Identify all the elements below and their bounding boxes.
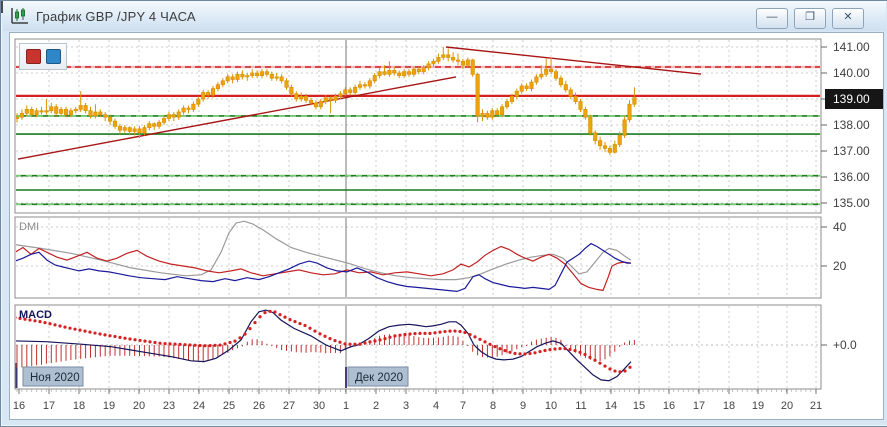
svg-text:21: 21 [810,400,822,412]
svg-text:18: 18 [73,400,85,412]
svg-text:16: 16 [663,400,675,412]
chart-window: График GBP /JPY 4 ЧАСА — ❐ ✕ DMIMACD141.… [0,0,887,427]
svg-text:23: 23 [163,400,175,412]
svg-text:16: 16 [13,400,25,412]
svg-text:4: 4 [433,400,439,412]
svg-text:17: 17 [693,400,705,412]
svg-text:138.00: 138.00 [833,118,870,132]
svg-text:20: 20 [781,400,793,412]
svg-text:27: 27 [283,400,295,412]
svg-text:19: 19 [752,400,764,412]
svg-text:8: 8 [490,400,496,412]
svg-text:20: 20 [833,259,847,273]
svg-text:9: 9 [520,400,526,412]
chart-toolbar [19,43,67,70]
svg-text:19: 19 [103,400,115,412]
svg-text:17: 17 [43,400,55,412]
svg-text:25: 25 [223,400,235,412]
svg-text:7: 7 [460,400,466,412]
svg-text:137.00: 137.00 [833,144,870,158]
price-axis: 141.00 140.00 139.00 138.00 137.00 136.00 135.… [821,40,883,352]
svg-text:20: 20 [133,400,145,412]
svg-text:10: 10 [545,400,557,412]
svg-text:11: 11 [575,400,586,412]
svg-text:+0.0: +0.0 [833,338,857,352]
svg-text:24: 24 [193,400,205,412]
blue-marker-button[interactable] [46,49,61,64]
svg-text:Дек 2020: Дек 2020 [355,372,403,384]
macd-label: MACD [19,309,52,321]
red-marker-button[interactable] [26,49,41,64]
panel-frames [15,39,821,389]
svg-text:15: 15 [633,400,645,412]
svg-text:140.00: 140.00 [833,66,870,80]
svg-text:141.00: 141.00 [833,40,870,54]
svg-text:139.00: 139.00 [833,92,870,106]
svg-text:135.00: 135.00 [833,196,870,210]
svg-text:2: 2 [373,400,379,412]
svg-text:3: 3 [403,400,409,412]
svg-text:30: 30 [313,400,325,412]
date-axis: 1617181920232425262730123478910111415161… [13,389,822,412]
svg-text:40: 40 [833,220,847,234]
svg-text:18: 18 [723,400,735,412]
svg-text:26: 26 [253,400,265,412]
svg-text:1: 1 [343,400,349,412]
chart-canvas: DMI MACD 141.00 140.00 139.00 138.00 137.00 136… [1,1,887,426]
svg-text:Ноя 2020: Ноя 2020 [30,372,80,384]
svg-text:14: 14 [605,400,617,412]
dmi-label: DMI [19,221,39,233]
svg-text:136.00: 136.00 [833,170,870,184]
